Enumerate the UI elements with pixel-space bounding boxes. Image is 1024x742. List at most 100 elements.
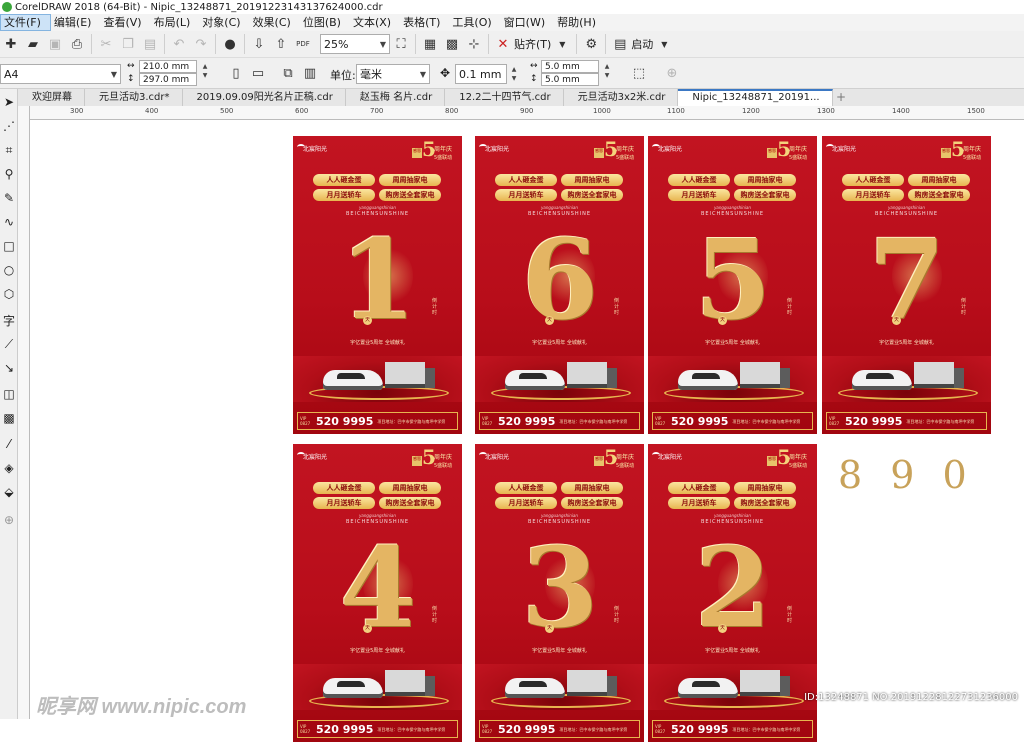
portrait-icon[interactable]: ▯ [225, 62, 247, 84]
page-width-input[interactable]: 210.0 mm [139, 60, 197, 73]
landscape-icon[interactable]: ▭ [247, 62, 269, 84]
ellipse-tool-icon[interactable]: ○ [1, 261, 17, 279]
treat-as-filled-icon[interactable]: ⬚ [628, 62, 650, 84]
zoom-tool-icon[interactable]: ⚲ [1, 165, 17, 183]
grid-icon[interactable]: ▩ [441, 33, 463, 55]
snap-to-dropdown[interactable]: 贴齐(T) [514, 36, 551, 52]
export-icon[interactable]: ⇧ [270, 33, 292, 55]
new-document-icon[interactable]: ✚ [0, 33, 22, 55]
connector-tool-icon[interactable]: ↘ [1, 359, 17, 377]
poster-artwork[interactable]: 北宸阳光 感恩 5 周年庆 5盛联动 人人砸金蛋 周周抽家电 月月送轿车 购房送… [648, 136, 817, 434]
car-image [678, 678, 738, 698]
snap-off-icon[interactable]: ✕ [492, 33, 514, 55]
polygon-tool-icon[interactable]: ⬡ [1, 285, 17, 303]
parallel-dimension-icon[interactable]: ⟋ [1, 335, 17, 353]
transparency-tool-icon[interactable]: ▩ [1, 409, 17, 427]
cut-icon[interactable]: ✂ [95, 33, 117, 55]
poster-artwork[interactable]: 北宸阳光 感恩 5 周年庆 5盛联动 人人砸金蛋 周周抽家电 月月送轿车 购房送… [293, 444, 462, 742]
menu-tools[interactable]: 工具(O) [449, 14, 500, 31]
redo-icon[interactable]: ↷ [190, 33, 212, 55]
poster-artwork[interactable]: 北宸阳光 感恩 5 周年庆 5盛联动 人人砸金蛋 周周抽家电 月月送轿车 购房送… [293, 136, 462, 434]
pick-tool-icon[interactable]: ➤ [1, 93, 17, 111]
nudge-spinner[interactable]: ▲ ▼ [507, 65, 521, 83]
interactive-fill-icon[interactable]: ◈ [1, 459, 17, 477]
tab-welcome[interactable]: 欢迎屏幕 [18, 89, 85, 106]
poster-artwork[interactable]: 北宸阳光 感恩 5 周年庆 5盛联动 人人砸金蛋 周周抽家电 月月送轿车 购房送… [475, 136, 644, 434]
anniversary-text: 周年庆 [789, 146, 808, 153]
menu-effects[interactable]: 效果(C) [250, 14, 300, 31]
application-launcher-icon[interactable]: ▤ [609, 33, 631, 55]
menu-object[interactable]: 对象(C) [199, 14, 249, 31]
menu-text[interactable]: 文本(X) [350, 14, 400, 31]
shape-tool-icon[interactable]: ⋰ [1, 117, 17, 135]
badge-label: 感恩 [594, 148, 604, 158]
truck-image [567, 670, 617, 696]
crop-tool-icon[interactable]: ⌗ [1, 141, 17, 159]
project-address: 项目地址：巴中市保宁路与南坪中学旁 [559, 726, 628, 732]
rulers-icon[interactable]: ▦ [419, 33, 441, 55]
launch-dropdown[interactable]: 启动 [631, 36, 653, 52]
menu-window[interactable]: 窗口(W) [501, 14, 554, 31]
menu-bitmaps[interactable]: 位图(B) [300, 14, 350, 31]
copy-icon[interactable]: ❐ [117, 33, 139, 55]
menu-edit[interactable]: 编辑(E) [51, 14, 101, 31]
tab-document[interactable]: 赵玉梅 名片.cdr [346, 89, 446, 106]
zoom-level-select[interactable]: 25% ▼ [320, 34, 390, 54]
menu-file[interactable]: 文件(F) [0, 14, 51, 31]
gold-digits-artwork[interactable]: 8 9 0 [838, 453, 975, 497]
eyedropper-tool-icon[interactable]: ⁄ [1, 435, 17, 453]
countdown-digit: 6 [521, 215, 599, 344]
poster-artwork[interactable]: 北宸阳光 感恩 5 周年庆 5盛联动 人人砸金蛋 周周抽家电 月月送轿车 购房送… [648, 444, 817, 742]
duplicate-spinner[interactable]: ▲ ▼ [600, 62, 614, 80]
page-height-input[interactable]: 297.0 mm [139, 73, 197, 86]
duplicate-distance-y-input[interactable]: 5.0 mm [541, 73, 599, 86]
units-select[interactable]: 毫米 ▼ [356, 64, 430, 84]
tab-document[interactable]: 元旦活动3x2米.cdr [564, 89, 679, 106]
guidelines-icon[interactable]: ⊹ [463, 33, 485, 55]
rectangle-tool-icon[interactable]: □ [1, 237, 17, 255]
poster-tagline: 宇亿置业5周年 全城献礼 [705, 340, 760, 346]
duplicate-distance-x-input[interactable]: 5.0 mm [541, 60, 599, 73]
horizontal-ruler[interactable]: 300 400 500 600 700 800 900 1000 1100 12… [30, 106, 1024, 120]
page-size-spinner[interactable]: ▲ ▼ [198, 62, 212, 80]
current-page-icon[interactable]: ▥ [299, 62, 321, 84]
all-pages-icon[interactable]: ⧉ [277, 62, 299, 84]
freehand-tool-icon[interactable]: ✎ [1, 189, 17, 207]
tab-document-active[interactable]: Nipic_13248871_20191... [678, 89, 833, 106]
poster-artwork[interactable]: 北宸阳光 感恩 5 周年庆 5盛联动 人人砸金蛋 周周抽家电 月月送轿车 购房送… [475, 444, 644, 742]
poster-artwork[interactable]: 北宸阳光 感恩 5 周年庆 5盛联动 人人砸金蛋 周周抽家电 月月送轿车 购房送… [822, 136, 991, 434]
add-icon[interactable]: ⊕ [661, 62, 683, 84]
tab-document[interactable]: 2019.09.09阳光名片正稿.cdr [183, 89, 346, 106]
nudge-distance-input[interactable]: 0.1 mm [455, 64, 507, 84]
countdown-digit: 2 [694, 523, 772, 652]
page-size-select[interactable]: A4 ▼ [0, 64, 121, 84]
vip-label: VIP 0827 [300, 724, 311, 734]
chevron-down-icon[interactable]: ▼ [653, 33, 675, 55]
search-content-icon[interactable]: ● [219, 33, 241, 55]
project-address: 项目地址：巴中市保宁路与南坪中学旁 [377, 726, 446, 732]
drop-shadow-icon[interactable]: ◫ [1, 385, 17, 403]
add-tab-icon[interactable]: + [833, 89, 850, 106]
menu-view[interactable]: 查看(V) [100, 14, 150, 31]
menu-help[interactable]: 帮助(H) [554, 14, 605, 31]
chevron-down-icon[interactable]: ▼ [551, 33, 573, 55]
paste-icon[interactable]: ▤ [139, 33, 161, 55]
export-pdf-icon[interactable]: PDF [292, 33, 314, 55]
artistic-media-icon[interactable]: ∿ [1, 213, 17, 231]
open-folder-icon[interactable]: ▰ [22, 33, 44, 55]
menu-table[interactable]: 表格(T) [400, 14, 449, 31]
undo-icon[interactable]: ↶ [168, 33, 190, 55]
vertical-ruler[interactable] [18, 106, 30, 719]
text-tool-icon[interactable]: 字 [1, 311, 17, 329]
options-gear-icon[interactable]: ⚙ [580, 33, 602, 55]
import-icon[interactable]: ⇩ [248, 33, 270, 55]
tab-document[interactable]: 12.2二十四节气.cdr [445, 89, 564, 106]
tab-document[interactable]: 元旦活动3.cdr* [85, 89, 183, 106]
save-icon[interactable]: ▣ [44, 33, 66, 55]
smart-fill-icon[interactable]: ⬙ [1, 483, 17, 501]
print-icon[interactable]: ⎙ [66, 33, 88, 55]
menu-layout[interactable]: 布局(L) [151, 14, 200, 31]
drawing-canvas[interactable]: 北宸阳光 感恩 5 周年庆 5盛联动 人人砸金蛋 周周抽家电 月月送轿车 购房送… [31, 121, 1024, 742]
full-screen-icon[interactable]: ⛶ [390, 33, 412, 55]
add-tool-icon[interactable]: ⊕ [1, 511, 17, 529]
